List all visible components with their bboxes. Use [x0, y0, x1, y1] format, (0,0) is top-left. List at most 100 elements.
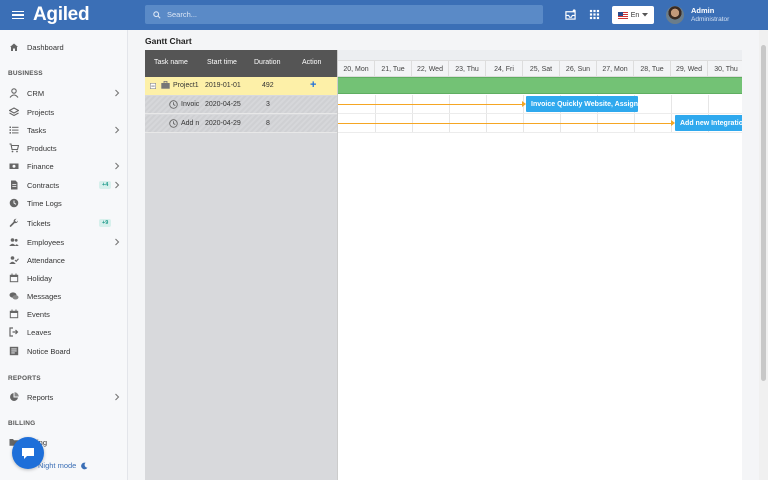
sidebar-item-reports[interactable]: Reports [0, 389, 128, 405]
sidebar-item-label: Finance [27, 161, 54, 171]
sidebar-item-contracts[interactable]: Contracts +4 [0, 177, 128, 193]
sidebar-item-label: Products [27, 143, 57, 153]
day-cell: 23, Thu [449, 61, 486, 77]
sidebar-item-label: Notice Board [27, 346, 71, 356]
add-task-button[interactable]: + [310, 79, 316, 91]
search-icon [153, 10, 161, 19]
column-header-start-time[interactable]: Start time [207, 59, 237, 66]
column-header-task-name[interactable]: Task name [154, 59, 188, 66]
app-logo[interactable]: Agiled [33, 4, 90, 26]
avatar[interactable] [666, 6, 684, 24]
column-header-duration[interactable]: Duration [254, 59, 280, 66]
wrench-icon [9, 218, 19, 227]
project-bar[interactable] [338, 77, 742, 94]
chat-icon [9, 292, 19, 300]
row-divider [338, 113, 742, 114]
sidebar: Dashboard BUSINESS CRM Projects Tasks Pr… [0, 30, 128, 480]
gantt-row-task[interactable]: Add n 2020-04-29 8 [145, 115, 337, 133]
layers-icon [9, 107, 19, 117]
tickets-badge: +9 [99, 219, 112, 227]
timeline-day-scale: 20, Mon 21, Tue 22, Wed 23, Thu 24, Fri … [338, 61, 742, 77]
sidebar-item-label: Employees [27, 237, 65, 247]
clock-icon [169, 119, 178, 128]
search-placeholder: Search... [167, 10, 198, 19]
page-title: Gantt Chart [145, 36, 192, 46]
sidebar-item-label: Messages [27, 291, 62, 301]
sidebar-item-label: Time Logs [27, 198, 62, 208]
sidebar-item-attendance[interactable]: Attendance [0, 252, 128, 268]
sidebar-item-label: Dashboard [27, 42, 64, 52]
gantt-timeline[interactable]: 20, Mon 21, Tue 22, Wed 23, Thu 24, Fri … [337, 50, 742, 480]
row-divider [338, 132, 742, 133]
chevron-right-icon [115, 162, 120, 170]
money-icon [9, 163, 19, 169]
sidebar-item-label: Reports [27, 392, 54, 402]
task-start: 2019-01-01 [205, 82, 241, 89]
sidebar-item-notice-board[interactable]: Notice Board [0, 343, 128, 359]
sidebar-item-dashboard[interactable]: Dashboard [0, 39, 128, 55]
sidebar-item-tasks[interactable]: Tasks [0, 122, 128, 138]
sidebar-item-leaves[interactable]: Leaves [0, 324, 128, 340]
chevron-right-icon [115, 393, 120, 401]
sidebar-item-label: Tasks [27, 125, 47, 135]
task-bar[interactable]: Add new Integration [675, 115, 742, 131]
sidebar-item-label: CRM [27, 88, 45, 98]
sidebar-item-employees[interactable]: Employees [0, 234, 128, 250]
sidebar-item-tickets[interactable]: Tickets +9 [0, 215, 128, 231]
task-bar[interactable]: Invoice Quickly Website, Assign [526, 96, 638, 112]
inbox-icon[interactable] [565, 9, 576, 20]
sidebar-item-label: Contracts [27, 180, 60, 190]
task-name: Invoic [181, 101, 200, 108]
document-icon [11, 180, 18, 190]
sidebar-item-events[interactable]: Events [0, 306, 128, 322]
sidebar-item-crm[interactable]: CRM [0, 85, 128, 101]
sidebar-item-projects[interactable]: Projects [0, 104, 128, 120]
day-cell: 27, Mon [597, 61, 634, 77]
night-mode-label: Night mode [38, 461, 77, 470]
language-label: En [630, 11, 640, 19]
user-icon [9, 88, 19, 98]
task-duration: 3 [266, 101, 270, 108]
day-cell: 21, Tue [375, 61, 412, 77]
gantt-task-grid: Task name Start time Duration Action Pro… [145, 50, 337, 480]
task-start: 2020-04-29 [205, 120, 241, 127]
sign-out-icon [9, 327, 19, 337]
sidebar-item-label: Tickets [27, 218, 51, 228]
chevron-down-icon [642, 13, 649, 17]
language-select[interactable]: En [612, 6, 654, 24]
gantt-row-task[interactable]: Invoic 2020-04-25 3 [145, 96, 337, 114]
calendar-icon [9, 273, 19, 283]
chevron-right-icon [115, 238, 120, 246]
day-cell: 24, Fri [486, 61, 523, 77]
list-icon [9, 126, 19, 134]
sidebar-item-label: Events [27, 309, 50, 319]
calendar-icon [9, 309, 19, 319]
timeline-scale-top [338, 50, 742, 61]
day-cell: 26, Sun [560, 61, 597, 77]
live-chat-button[interactable] [12, 437, 44, 469]
sidebar-item-time-logs[interactable]: Time Logs [0, 195, 128, 211]
pie-chart-icon [10, 392, 19, 401]
clock-icon [9, 198, 19, 208]
menu-icon[interactable] [12, 10, 24, 20]
contracts-badge: +4 [99, 181, 112, 189]
user-name[interactable]: Admin [691, 6, 714, 15]
sidebar-item-holiday[interactable]: Holiday [0, 270, 128, 286]
sidebar-item-finance[interactable]: Finance [0, 158, 128, 174]
users-icon [9, 238, 19, 246]
apps-grid-icon[interactable] [589, 9, 600, 20]
search-input[interactable]: Search... [145, 5, 543, 24]
chevron-right-icon [115, 89, 120, 97]
collapse-icon[interactable] [150, 83, 156, 89]
day-cell: 22, Wed [412, 61, 449, 77]
gantt-row-project[interactable]: Project1 2019-01-01 492 + [145, 77, 337, 95]
day-cell: 30, Thu [708, 61, 742, 77]
sidebar-item-messages[interactable]: Messages [0, 288, 128, 304]
chevron-right-icon [115, 181, 120, 189]
night-mode-toggle[interactable]: Night mode [38, 461, 88, 470]
day-cell: 28, Tue [634, 61, 671, 77]
task-start: 2020-04-25 [205, 101, 241, 108]
scrollbar-thumb[interactable] [761, 45, 766, 381]
task-name: Project1 [173, 82, 199, 89]
sidebar-item-products[interactable]: Products [0, 140, 128, 156]
